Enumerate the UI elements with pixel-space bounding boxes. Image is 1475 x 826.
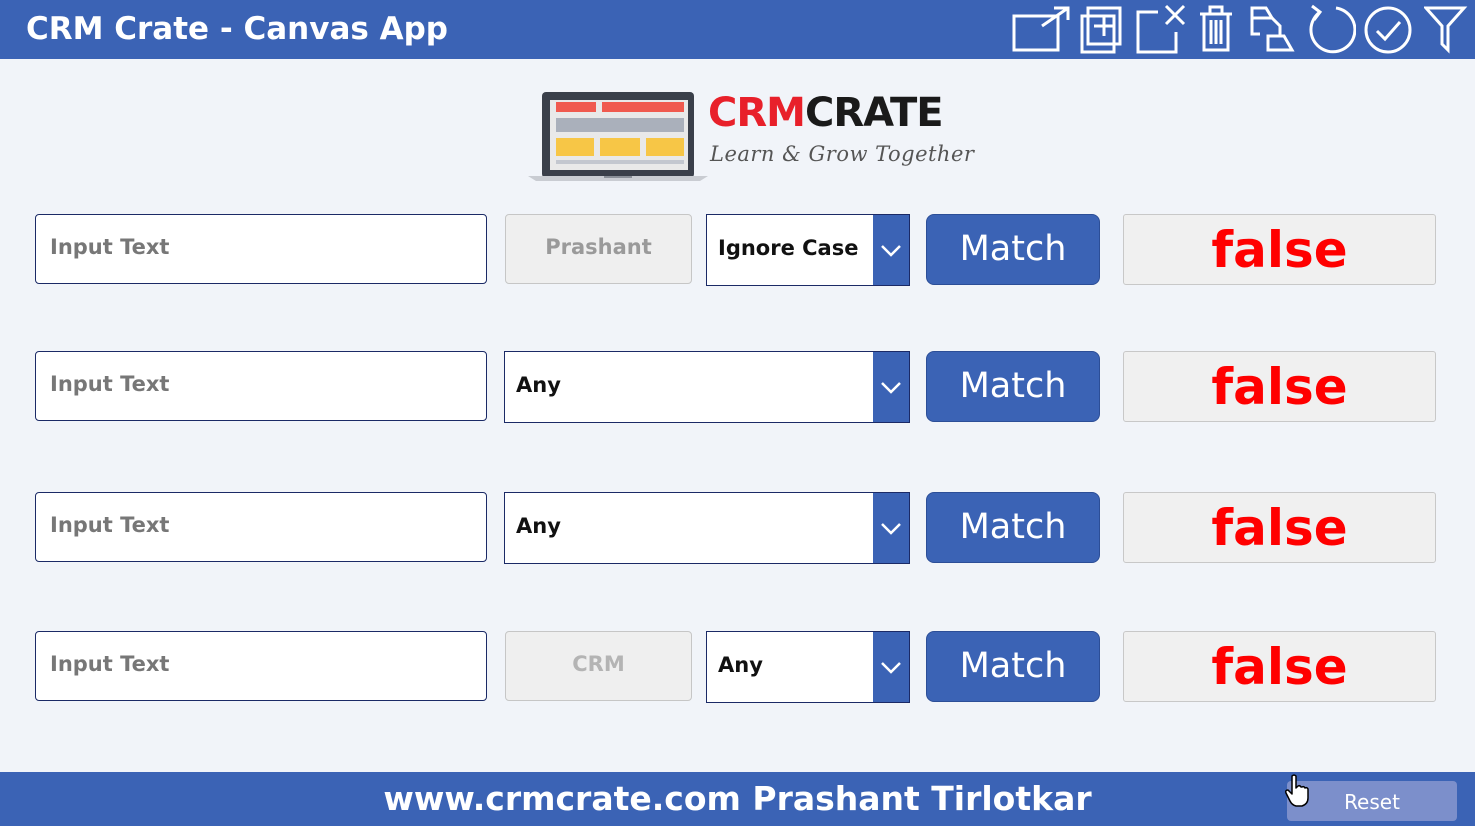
match-type-dropdown[interactable]: Any — [504, 351, 910, 423]
chevron-down-icon — [881, 662, 901, 674]
check-icon[interactable] — [1362, 4, 1414, 54]
match-result-box: false — [1123, 631, 1436, 702]
laptop-logo-icon — [528, 92, 708, 181]
reset-button-label: Reset — [1344, 790, 1400, 814]
input-placeholder: Input Text — [50, 513, 170, 537]
dropdown-toggle[interactable] — [873, 215, 909, 285]
logo-tagline: Learn & Grow Together — [710, 142, 975, 166]
match-row-2: Input Text Any Match false — [0, 351, 1475, 423]
match-result: false — [1211, 358, 1348, 416]
pattern-value-box: CRM — [505, 631, 692, 701]
match-result: false — [1211, 499, 1348, 557]
chevron-down-icon — [881, 382, 901, 394]
cancel-icon[interactable] — [1136, 4, 1188, 54]
match-row-1: Input Text Prashant Ignore Case Match fa… — [0, 214, 1475, 286]
chevron-down-icon — [881, 245, 901, 257]
match-option-dropdown[interactable]: Ignore Case — [706, 214, 910, 286]
pattern-value: CRM — [572, 652, 625, 676]
app-title: CRM Crate - Canvas App — [26, 11, 448, 47]
match-button-label: Match — [959, 229, 1067, 269]
match-button-label: Match — [959, 366, 1067, 406]
refresh-icon[interactable] — [1304, 4, 1356, 54]
match-button[interactable]: Match — [926, 214, 1100, 285]
match-row-4: Input Text CRM Any Match false — [0, 631, 1475, 703]
chevron-down-icon — [881, 523, 901, 535]
dropdown-value: Any — [516, 514, 561, 538]
input-text-field[interactable]: Input Text — [35, 351, 487, 421]
dropdown-toggle[interactable] — [873, 493, 909, 563]
logo-wordmark: CRMCRATE — [708, 88, 944, 138]
filter-icon[interactable] — [1424, 4, 1468, 54]
pattern-value: Prashant — [545, 235, 652, 259]
match-row-3: Input Text Any Match false — [0, 492, 1475, 564]
dropdown-value: Any — [516, 373, 561, 397]
match-type-dropdown[interactable]: Any — [706, 631, 910, 703]
match-button[interactable]: Match — [926, 351, 1100, 422]
dropdown-toggle[interactable] — [873, 632, 909, 702]
input-text-field[interactable]: Input Text — [35, 492, 487, 562]
footer-credit: www.crmcrate.com Prashant Tirlotkar — [383, 779, 1092, 818]
input-placeholder: Input Text — [50, 652, 170, 676]
dropdown-value: Any — [718, 653, 763, 677]
match-button[interactable]: Match — [926, 631, 1100, 702]
app-footer: www.crmcrate.com Prashant Tirlotkar Rese… — [0, 772, 1475, 826]
dropdown-toggle[interactable] — [873, 352, 909, 422]
logo-crate: CRATE — [804, 90, 944, 136]
input-placeholder: Input Text — [50, 235, 170, 259]
logo-crm: CRM — [708, 90, 806, 136]
match-button[interactable]: Match — [926, 492, 1100, 563]
match-button-label: Match — [959, 646, 1067, 686]
match-result-box: false — [1123, 214, 1436, 285]
pattern-value-box: Prashant — [505, 214, 692, 284]
dropdown-value: Ignore Case — [718, 236, 859, 260]
arrange-icon[interactable] — [1246, 4, 1296, 54]
input-text-field[interactable]: Input Text — [35, 631, 487, 701]
match-result-box: false — [1123, 351, 1436, 422]
add-icon[interactable] — [1080, 4, 1124, 54]
input-placeholder: Input Text — [50, 372, 170, 396]
match-result: false — [1211, 221, 1348, 279]
match-button-label: Match — [959, 507, 1067, 547]
app-header: CRM Crate - Canvas App — [0, 0, 1475, 59]
reset-button[interactable]: Reset — [1287, 781, 1457, 821]
input-text-field[interactable]: Input Text — [35, 214, 487, 284]
hand-cursor-icon — [1284, 774, 1310, 812]
open-external-icon[interactable] — [1012, 4, 1072, 54]
trash-icon[interactable] — [1198, 4, 1234, 54]
match-result-box: false — [1123, 492, 1436, 563]
match-result: false — [1211, 638, 1348, 696]
match-type-dropdown[interactable]: Any — [504, 492, 910, 564]
crmcrate-logo: CRMCRATE Learn & Grow Together — [526, 88, 974, 182]
